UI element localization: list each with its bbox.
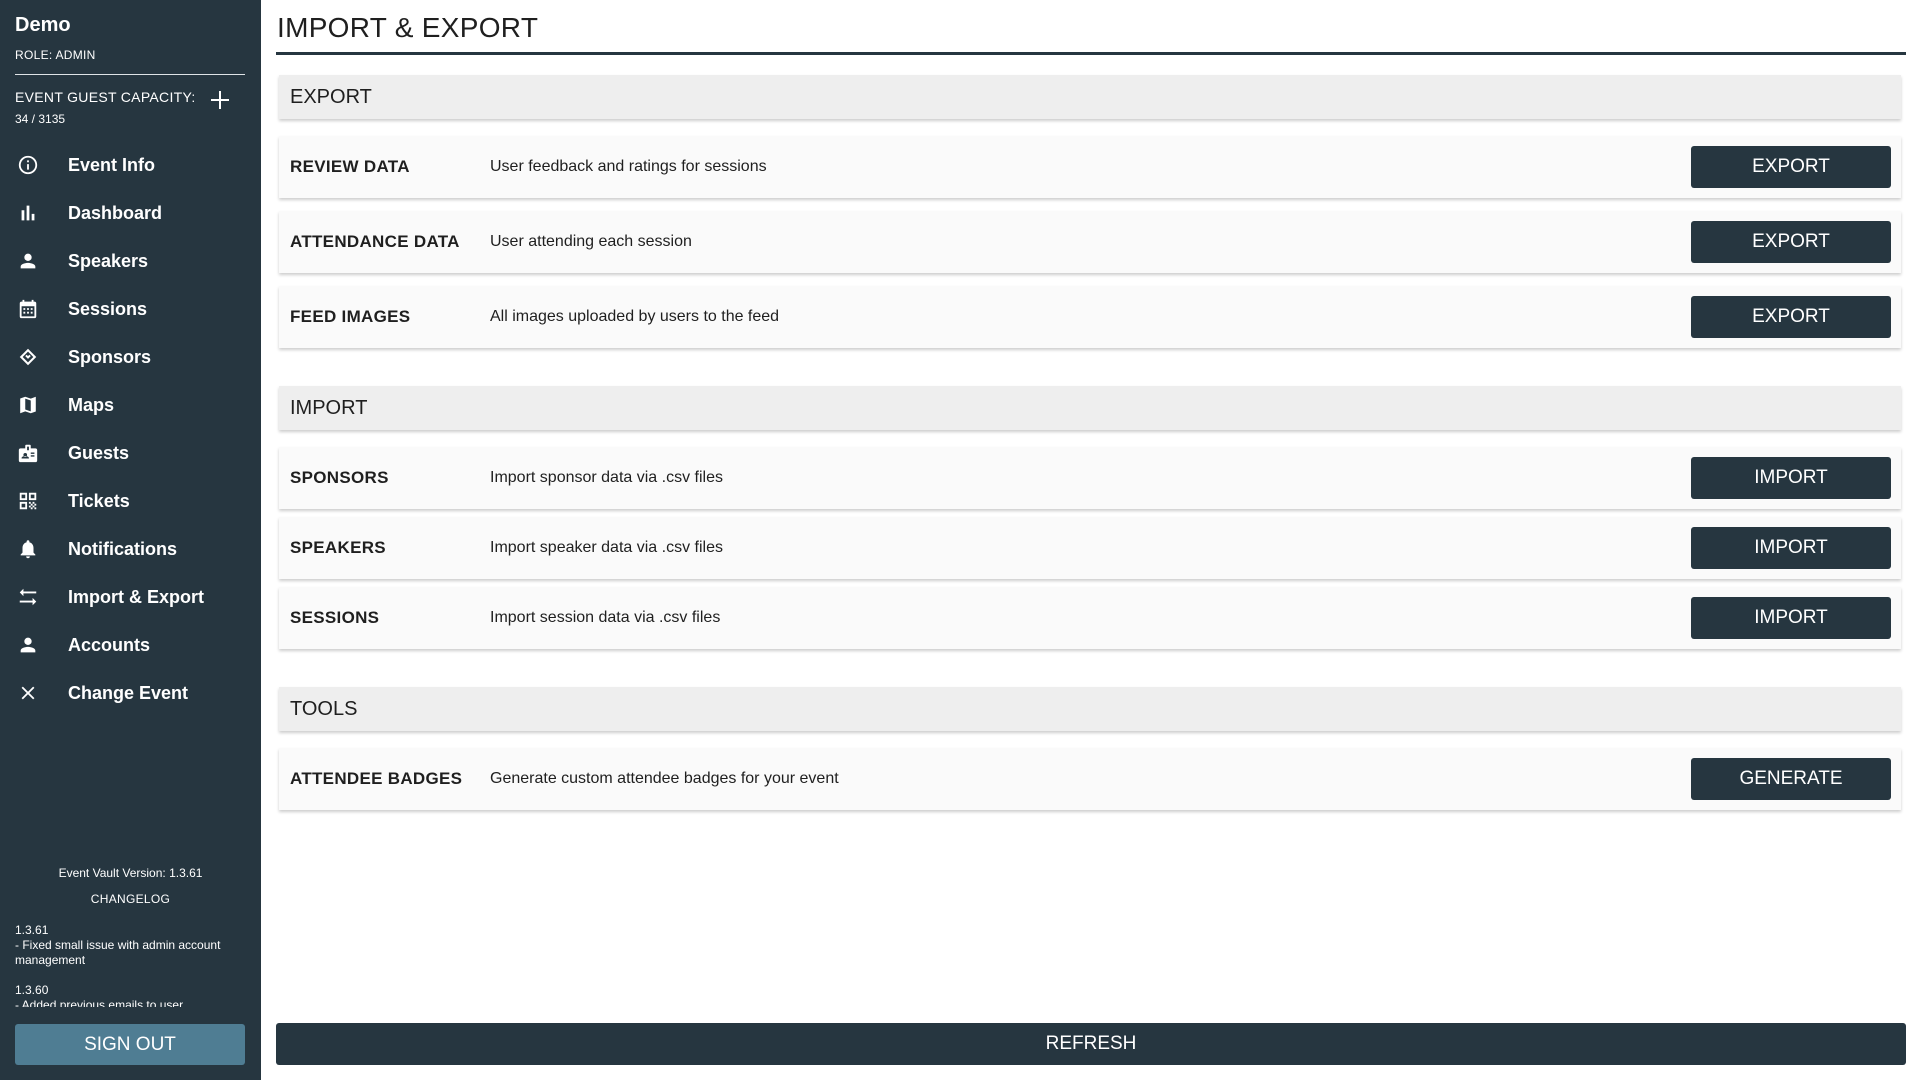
main-content: IMPORT & EXPORT EXPORT REVIEW DATA User … [276,0,1906,1080]
sidebar-item-sessions[interactable]: Sessions [0,285,261,333]
sidebar-item-label: Notifications [68,538,178,559]
person-icon [17,250,39,272]
sign-out-button[interactable]: SIGN OUT [15,1024,245,1065]
section-header-import: IMPORT [279,386,1901,430]
changelog-version: 1.3.60 [15,983,49,997]
sidebar-item-label: Dashboard [68,202,163,223]
sidebar-item-speakers[interactable]: Speakers [0,237,261,285]
page-title: IMPORT & EXPORT [277,12,539,43]
sidebar-item-event-info[interactable]: Event Info [0,141,261,189]
refresh-button[interactable]: REFRESH [276,1023,1906,1065]
sidebar-item-notifications[interactable]: Notifications [0,525,261,573]
changelog-list[interactable]: 1.3.61 - Fixed small issue with admin ac… [15,923,246,1007]
import-row-sessions: SESSIONS Import session data via .csv fi… [279,587,1901,649]
row-description: Generate custom attendee badges for your… [490,770,839,787]
user-role: ROLE: ADMIN [15,48,96,62]
sidebar-item-dashboard[interactable]: Dashboard [0,189,261,237]
export-row-attendance-data: ATTENDANCE DATA User attending each sess… [279,211,1901,273]
event-name: Demo [15,14,71,36]
import-row-speakers: SPEAKERS Import speaker data via .csv fi… [279,517,1901,579]
row-description: Import sponsor data via .csv files [490,469,723,486]
swap-arrows-icon [17,586,39,608]
sidebar-item-label: Speakers [68,250,149,271]
sidebar-item-label: Event Info [68,154,156,175]
row-label: ATTENDANCE DATA [290,232,460,251]
row-description: Import speaker data via .csv files [490,539,723,556]
export-row-review-data: REVIEW DATA User feedback and ratings fo… [279,136,1901,198]
info-icon [17,154,39,176]
changelog-note: - Added previous emails to user [15,998,184,1007]
sidebar-item-label: Maps [68,394,115,415]
export-row-feed-images: FEED IMAGES All images uploaded by users… [279,286,1901,348]
import-row-sponsors: SPONSORS Import sponsor data via .csv fi… [279,447,1901,509]
import-sessions-button[interactable]: IMPORT [1691,597,1891,639]
app-version: Event Vault Version: 1.3.61 [58,866,203,880]
handshake-icon [17,346,39,368]
export-feed-images-button[interactable]: EXPORT [1691,296,1891,338]
import-sponsors-button[interactable]: IMPORT [1691,457,1891,499]
row-label: REVIEW DATA [290,157,410,176]
row-description: All images uploaded by users to the feed [490,308,780,325]
close-icon [17,682,39,704]
changelog-entry: 1.3.60 - Added previous emails to user [15,983,246,1007]
generate-badges-button[interactable]: GENERATE [1691,758,1891,800]
export-attendance-data-button[interactable]: EXPORT [1691,221,1891,263]
row-label: ATTENDEE BADGES [290,769,463,788]
changelog-note: - Fixed small issue with admin account m… [15,938,221,967]
qr-code-icon [17,490,39,512]
capacity-label: EVENT GUEST CAPACITY: [15,89,196,105]
sidebar-nav: Event Info Dashboard Speakers Sessions S… [0,141,261,717]
bell-icon [17,538,39,560]
sidebar-item-label: Tickets [68,490,130,511]
sidebar-item-tickets[interactable]: Tickets [0,477,261,525]
section-header-tools: TOOLS [279,687,1901,731]
bar-chart-icon [17,202,39,224]
sidebar-item-label: Guests [68,442,130,463]
sidebar-item-change-event[interactable]: Change Event [0,669,261,717]
sidebar-item-label: Sponsors [68,346,152,367]
sidebar-item-sponsors[interactable]: Sponsors [0,333,261,381]
capacity-value: 34 / 3135 [15,112,66,126]
import-speakers-button[interactable]: IMPORT [1691,527,1891,569]
sidebar-item-label: Change Event [68,682,189,703]
sidebar: Demo ROLE: ADMIN EVENT GUEST CAPACITY: 3… [0,0,261,1080]
badge-icon [17,442,39,464]
row-label: SPONSORS [290,468,389,487]
sidebar-item-accounts[interactable]: Accounts [0,621,261,669]
title-divider [276,52,1906,55]
row-label: FEED IMAGES [290,307,411,326]
sidebar-item-label: Accounts [68,634,151,655]
sidebar-divider [15,74,245,75]
map-icon [17,394,39,416]
changelog-entry: 1.3.61 - Fixed small issue with admin ac… [15,923,246,968]
row-description: User feedback and ratings for sessions [490,158,767,175]
sidebar-item-maps[interactable]: Maps [0,381,261,429]
calendar-icon [17,298,39,320]
export-review-data-button[interactable]: EXPORT [1691,146,1891,188]
tools-row-attendee-badges: ATTENDEE BADGES Generate custom attendee… [279,748,1901,810]
sidebar-footer: Event Vault Version: 1.3.61 CHANGELOG 1.… [0,866,261,1007]
sidebar-item-label: Import & Export [68,586,205,607]
sidebar-item-label: Sessions [68,298,148,319]
row-label: SESSIONS [290,608,380,627]
sidebar-item-import-export[interactable]: Import & Export [0,573,261,621]
sidebar-item-guests[interactable]: Guests [0,429,261,477]
changelog-title: CHANGELOG [90,892,171,906]
row-description: User attending each session [490,233,692,250]
row-label: SPEAKERS [290,538,386,557]
row-description: Import session data via .csv files [490,609,721,626]
person-icon [17,634,39,656]
section-header-export: EXPORT [279,75,1901,119]
add-capacity-icon[interactable] [208,88,232,112]
changelog-version: 1.3.61 [15,923,49,937]
